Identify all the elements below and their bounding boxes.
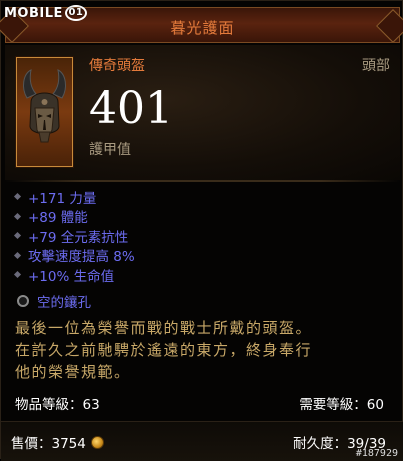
- flavor-line: 最後一位為榮譽而戰的戰士所戴的頭盔。: [15, 319, 313, 337]
- watermark-text: MOBILE: [4, 5, 63, 21]
- watermark-suffix: 01: [64, 5, 87, 21]
- stat-text: 攻擊速度提高 8%: [28, 249, 135, 266]
- stat-text: +89 體能: [28, 210, 88, 227]
- stat-text: +10% 生命值: [28, 268, 115, 285]
- stat-line: +171 力量: [13, 187, 135, 207]
- socket-row: 空的鑲孔: [17, 291, 91, 311]
- stat-line: +79 全元素抗性: [13, 226, 135, 246]
- gold-coin-icon: [90, 435, 104, 449]
- socket-label: 空的鑲孔: [37, 295, 91, 311]
- bullet-icon: [13, 193, 22, 201]
- stat-text: +79 全元素抗性: [28, 229, 129, 246]
- watermark: MOBILE 01: [4, 3, 87, 23]
- item-tooltip: 暮光護面 MOBILE 01 傳奇頭盔 頭部 401 護甲值 +171 力量 +…: [0, 0, 403, 461]
- flavor-line: 在許久之前馳騁於遙遠的東方，終身奉行: [15, 341, 313, 359]
- item-level: 物品等級：63: [15, 397, 100, 413]
- bullet-icon: [13, 212, 22, 220]
- divider: [5, 180, 400, 182]
- armor-value: 401: [89, 83, 173, 134]
- armor-label: 護甲值: [89, 142, 131, 158]
- helm-item-icon: [16, 57, 73, 167]
- item-summary: 傳奇頭盔 頭部 401 護甲值: [5, 45, 400, 180]
- flavor-text: 最後一位為榮譽而戰的戰士所戴的頭盔。 在許久之前馳騁於遙遠的東方，終身奉行 他的…: [15, 317, 395, 383]
- item-slot: 頭部: [362, 58, 390, 74]
- required-level: 需要等級：60: [299, 397, 384, 413]
- bullet-icon: [13, 271, 22, 279]
- item-type: 傳奇頭盔: [89, 58, 145, 74]
- price-text: 售價：3754: [11, 436, 86, 452]
- image-tag: #187929: [355, 448, 398, 459]
- empty-socket-icon: [17, 295, 29, 307]
- bullet-icon: [13, 251, 22, 259]
- stat-list: +171 力量 +89 體能 +79 全元素抗性 攻擊速度提高 8% +10% …: [13, 187, 135, 285]
- bullet-icon: [13, 232, 22, 240]
- tooltip-footer: 售價：3754 耐久度：39/39 #187929: [1, 421, 403, 461]
- sell-price: 售價：3754: [11, 432, 104, 452]
- flavor-line: 他的榮譽規範。: [15, 363, 131, 381]
- stat-line: 攻擊速度提高 8%: [13, 246, 135, 266]
- stat-text: +171 力量: [28, 190, 97, 207]
- stat-line: +10% 生命值: [13, 265, 135, 285]
- stat-line: +89 體能: [13, 207, 135, 227]
